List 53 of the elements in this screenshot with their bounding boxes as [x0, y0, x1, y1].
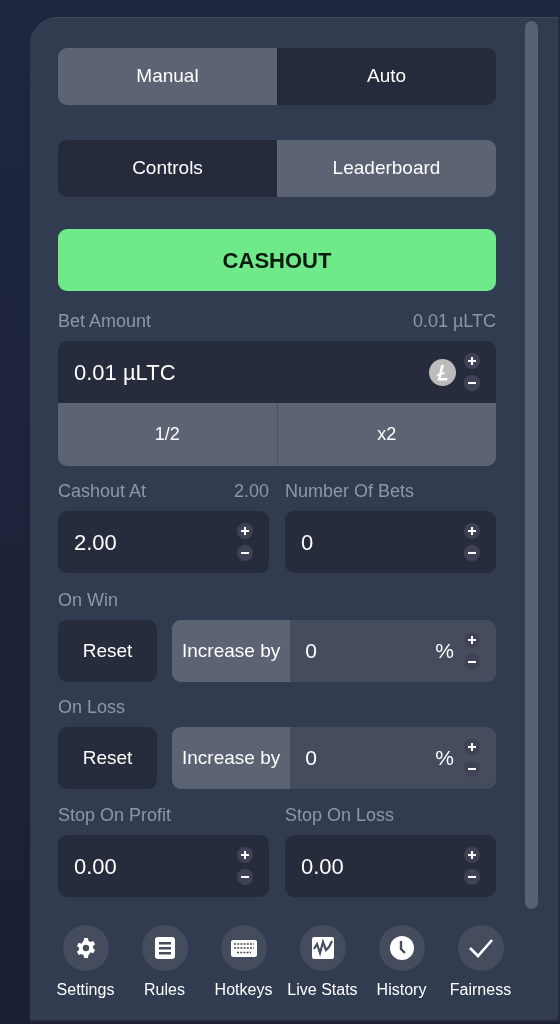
minus-icon[interactable] — [464, 375, 480, 391]
checkmark-icon — [467, 938, 494, 958]
tab[interactable]: Manual — [58, 48, 277, 105]
reset-button[interactable]: Reset — [58, 727, 157, 789]
minus-icon[interactable] — [237, 545, 253, 561]
cashout-button[interactable]: CASHOUT — [58, 229, 496, 291]
keyboard-icon — [230, 939, 257, 957]
minus-icon[interactable] — [464, 761, 480, 777]
increase-field[interactable]: Increase by 0 % — [172, 620, 496, 682]
section-label: On Loss — [58, 696, 127, 718]
coin-icon — [429, 358, 456, 386]
converted-amount: 0.01 µLTC — [412, 310, 496, 332]
field-label: Bet Amount — [58, 310, 152, 332]
number-field[interactable]: 2.00 — [58, 511, 269, 573]
plus-icon[interactable] — [237, 523, 253, 539]
number-field[interactable]: 0 — [285, 511, 496, 573]
amount-button[interactable]: 1/2 — [58, 403, 277, 466]
plus-icon[interactable] — [464, 523, 480, 539]
settings-icon — [74, 937, 97, 959]
footer-button[interactable]: Settings — [46, 925, 125, 1002]
tab[interactable]: Auto — [277, 48, 496, 105]
chart-icon — [311, 937, 334, 959]
section-label: On Win — [58, 589, 119, 611]
plus-icon[interactable] — [464, 739, 480, 755]
footer-button[interactable]: Rules — [125, 925, 204, 1002]
minus-icon[interactable] — [464, 654, 480, 670]
bet-amount-field[interactable]: 0.01 µLTC — [58, 341, 496, 403]
minus-icon[interactable] — [237, 869, 253, 885]
plus-icon[interactable] — [464, 353, 480, 369]
plus-icon[interactable] — [237, 847, 253, 863]
amount-button[interactable]: x2 — [276, 403, 496, 466]
footer-button[interactable]: Fairness — [441, 925, 520, 1002]
field-reading: 2.00 — [233, 480, 269, 502]
minus-icon[interactable] — [464, 545, 480, 561]
minus-icon[interactable] — [464, 869, 480, 885]
scrollbar[interactable] — [525, 21, 538, 909]
field-label: Number Of Bets — [285, 480, 415, 502]
plus-icon[interactable] — [464, 632, 480, 648]
document-icon — [154, 937, 175, 959]
tab[interactable]: Leaderboard — [277, 140, 496, 197]
number-field[interactable]: 0.00 — [58, 835, 269, 897]
plus-icon[interactable] — [464, 847, 480, 863]
increase-field[interactable]: Increase by 0 % — [172, 727, 496, 789]
field-label: Stop On Loss — [285, 804, 395, 826]
reset-button[interactable]: Reset — [58, 620, 157, 682]
clock-icon — [389, 936, 414, 960]
footer-button[interactable]: Live Stats — [283, 925, 362, 1002]
footer-button[interactable]: Hotkeys — [204, 925, 283, 1002]
field-label: Stop On Profit — [58, 804, 172, 826]
tab[interactable]: Controls — [58, 140, 277, 197]
footer-button[interactable]: History — [362, 925, 441, 1002]
field-label: Cashout At — [58, 480, 147, 502]
number-field[interactable]: 0.00 — [285, 835, 496, 897]
